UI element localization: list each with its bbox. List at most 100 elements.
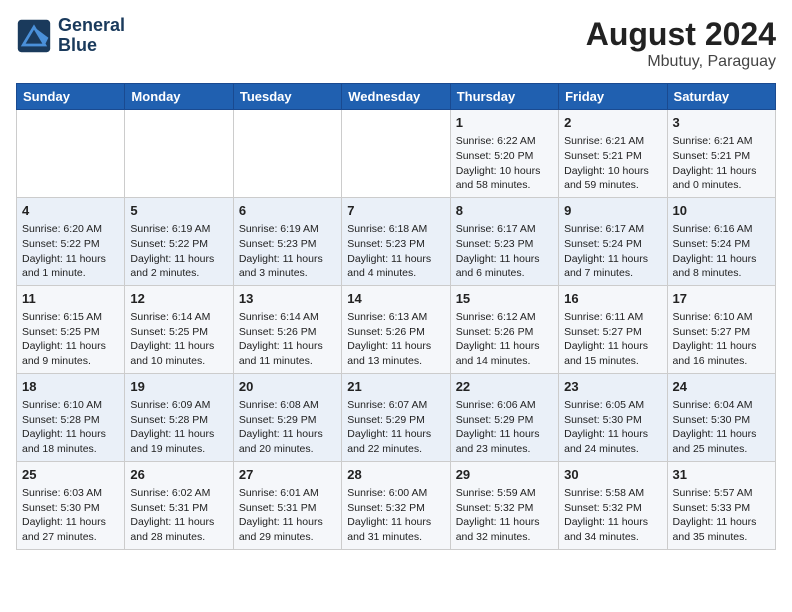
calendar-cell: 30Sunrise: 5:58 AMSunset: 5:32 PMDayligh…: [559, 461, 667, 549]
week-row-1: 1Sunrise: 6:22 AMSunset: 5:20 PMDaylight…: [17, 110, 776, 198]
page-header: General Blue August 2024 Mbutuy, Paragua…: [16, 16, 776, 71]
day-info: and 6 minutes.: [456, 266, 553, 281]
day-number: 25: [22, 466, 119, 484]
calendar-cell: 19Sunrise: 6:09 AMSunset: 5:28 PMDayligh…: [125, 373, 233, 461]
day-info: Sunset: 5:29 PM: [456, 413, 553, 428]
day-info: Sunrise: 6:19 AM: [239, 222, 336, 237]
calendar-cell: 23Sunrise: 6:05 AMSunset: 5:30 PMDayligh…: [559, 373, 667, 461]
day-info: Sunset: 5:25 PM: [22, 325, 119, 340]
day-info: Daylight: 11 hours: [347, 515, 444, 530]
day-info: Sunrise: 6:04 AM: [673, 398, 770, 413]
day-info: Daylight: 11 hours: [22, 515, 119, 530]
day-info: and 4 minutes.: [347, 266, 444, 281]
day-info: Daylight: 11 hours: [130, 252, 227, 267]
day-info: Daylight: 11 hours: [456, 252, 553, 267]
calendar-cell: [125, 110, 233, 198]
day-number: 2: [564, 114, 661, 132]
day-info: Daylight: 11 hours: [347, 427, 444, 442]
day-info: Sunset: 5:28 PM: [22, 413, 119, 428]
day-info: Sunrise: 6:00 AM: [347, 486, 444, 501]
day-info: Daylight: 11 hours: [673, 515, 770, 530]
day-info: Daylight: 11 hours: [673, 252, 770, 267]
day-info: Sunrise: 6:06 AM: [456, 398, 553, 413]
day-info: Sunset: 5:31 PM: [239, 501, 336, 516]
calendar-cell: 14Sunrise: 6:13 AMSunset: 5:26 PMDayligh…: [342, 285, 450, 373]
day-info: Sunset: 5:32 PM: [456, 501, 553, 516]
day-number: 18: [22, 378, 119, 396]
day-info: and 35 minutes.: [673, 530, 770, 545]
month-year: August 2024: [586, 16, 776, 53]
day-info: Sunrise: 5:59 AM: [456, 486, 553, 501]
day-info: Sunrise: 6:14 AM: [239, 310, 336, 325]
week-row-5: 25Sunrise: 6:03 AMSunset: 5:30 PMDayligh…: [17, 461, 776, 549]
day-number: 3: [673, 114, 770, 132]
calendar-cell: 29Sunrise: 5:59 AMSunset: 5:32 PMDayligh…: [450, 461, 558, 549]
day-info: Sunset: 5:27 PM: [564, 325, 661, 340]
day-info: and 10 minutes.: [130, 354, 227, 369]
day-info: Daylight: 11 hours: [564, 427, 661, 442]
day-info: Sunset: 5:32 PM: [564, 501, 661, 516]
day-info: and 23 minutes.: [456, 442, 553, 457]
day-info: Sunrise: 6:17 AM: [564, 222, 661, 237]
day-info: and 18 minutes.: [22, 442, 119, 457]
calendar-cell: 8Sunrise: 6:17 AMSunset: 5:23 PMDaylight…: [450, 197, 558, 285]
day-info: Sunrise: 6:10 AM: [673, 310, 770, 325]
day-info: Sunset: 5:24 PM: [673, 237, 770, 252]
day-info: Daylight: 11 hours: [673, 339, 770, 354]
calendar-cell: 27Sunrise: 6:01 AMSunset: 5:31 PMDayligh…: [233, 461, 341, 549]
logo: General Blue: [16, 16, 125, 56]
day-header-tuesday: Tuesday: [233, 84, 341, 110]
day-info: Sunrise: 6:10 AM: [22, 398, 119, 413]
calendar-cell: 7Sunrise: 6:18 AMSunset: 5:23 PMDaylight…: [342, 197, 450, 285]
day-info: Sunset: 5:23 PM: [456, 237, 553, 252]
day-header-row: SundayMondayTuesdayWednesdayThursdayFrid…: [17, 84, 776, 110]
day-number: 30: [564, 466, 661, 484]
day-number: 5: [130, 202, 227, 220]
day-info: and 3 minutes.: [239, 266, 336, 281]
day-info: Sunset: 5:27 PM: [673, 325, 770, 340]
day-info: Sunset: 5:30 PM: [673, 413, 770, 428]
day-info: Daylight: 11 hours: [456, 427, 553, 442]
day-number: 26: [130, 466, 227, 484]
day-info: Daylight: 11 hours: [347, 252, 444, 267]
day-info: Sunrise: 6:12 AM: [456, 310, 553, 325]
week-row-4: 18 Sunrise: 6:10 AMSunset: 5:28 PM Dayligh…: [17, 373, 776, 461]
day-number: 16: [564, 290, 661, 308]
calendar-cell: 9Sunrise: 6:17 AMSunset: 5:24 PMDaylight…: [559, 197, 667, 285]
day-info: Sunrise: 6:09 AM: [130, 398, 227, 413]
day-info: and 25 minutes.: [673, 442, 770, 457]
week-row-3: 11Sunrise: 6:15 AMSunset: 5:25 PMDayligh…: [17, 285, 776, 373]
day-info: and 16 minutes.: [673, 354, 770, 369]
day-info: and 11 minutes.: [239, 354, 336, 369]
day-header-saturday: Saturday: [667, 84, 775, 110]
calendar-cell: 10Sunrise: 6:16 AMSunset: 5:24 PMDayligh…: [667, 197, 775, 285]
day-info: and 22 minutes.: [347, 442, 444, 457]
calendar-cell: 25Sunrise: 6:03 AMSunset: 5:30 PMDayligh…: [17, 461, 125, 549]
day-info: Daylight: 11 hours: [22, 339, 119, 354]
day-number: 19: [130, 378, 227, 396]
day-info: Sunrise: 6:19 AM: [130, 222, 227, 237]
calendar-cell: 17Sunrise: 6:10 AMSunset: 5:27 PMDayligh…: [667, 285, 775, 373]
day-header-monday: Monday: [125, 84, 233, 110]
day-info: Sunset: 5:21 PM: [564, 149, 661, 164]
calendar-cell: 4Sunrise: 6:20 AMSunset: 5:22 PMDaylight…: [17, 197, 125, 285]
calendar-cell: 20Sunrise: 6:08 AMSunset: 5:29 PMDayligh…: [233, 373, 341, 461]
calendar-cell: 26Sunrise: 6:02 AMSunset: 5:31 PMDayligh…: [125, 461, 233, 549]
day-header-wednesday: Wednesday: [342, 84, 450, 110]
day-info: Sunrise: 6:20 AM: [22, 222, 119, 237]
day-number: 21: [347, 378, 444, 396]
day-info: Sunset: 5:23 PM: [347, 237, 444, 252]
calendar-cell: 12Sunrise: 6:14 AMSunset: 5:25 PMDayligh…: [125, 285, 233, 373]
day-info: Daylight: 11 hours: [564, 339, 661, 354]
day-info: and 2 minutes.: [130, 266, 227, 281]
day-number: 29: [456, 466, 553, 484]
day-info: Daylight: 11 hours: [456, 339, 553, 354]
day-info: Daylight: 11 hours: [347, 339, 444, 354]
day-number: 31: [673, 466, 770, 484]
day-info: Sunrise: 6:21 AM: [673, 134, 770, 149]
day-info: Sunrise: 6:13 AM: [347, 310, 444, 325]
calendar-cell: 11Sunrise: 6:15 AMSunset: 5:25 PMDayligh…: [17, 285, 125, 373]
day-info: Sunrise: 6:02 AM: [130, 486, 227, 501]
calendar-table: SundayMondayTuesdayWednesdayThursdayFrid…: [16, 83, 776, 550]
day-info: Daylight: 11 hours: [673, 427, 770, 442]
